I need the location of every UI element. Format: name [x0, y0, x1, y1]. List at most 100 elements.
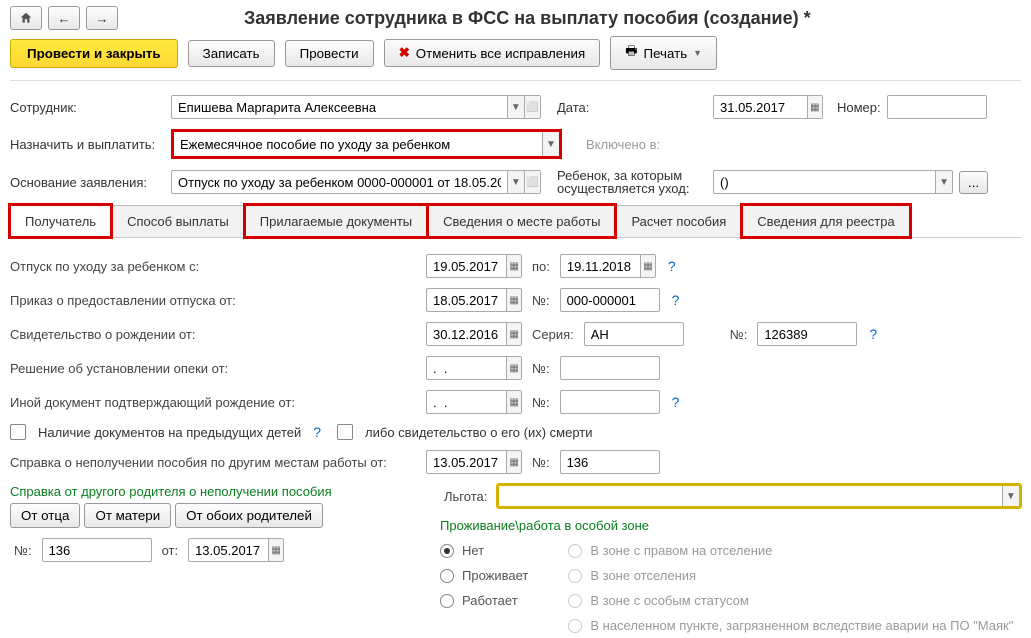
- guardianship-no-input[interactable]: [561, 357, 659, 379]
- tab-workplace[interactable]: Сведения о месте работы: [428, 205, 615, 237]
- prev-children-checkbox[interactable]: [10, 424, 26, 440]
- zone-status-radio: В зоне с особым статусом: [568, 593, 1013, 608]
- help-icon[interactable]: ?: [869, 326, 877, 342]
- tab-recipient[interactable]: Получатель: [10, 205, 111, 237]
- order-no-label: №:: [532, 293, 550, 308]
- nonreceipt-label: Справка о неполучении пособия по другим …: [10, 455, 420, 470]
- leave-from-label: Отпуск по уходу за ребенком с:: [10, 259, 420, 274]
- ref-no-input[interactable]: [43, 539, 151, 561]
- guardianship-date-input[interactable]: [427, 357, 506, 379]
- zone-none-radio[interactable]: Нет: [440, 543, 528, 558]
- printer-icon: [625, 42, 637, 64]
- calendar-icon[interactable]: ▦: [506, 451, 521, 473]
- tab-payment[interactable]: Способ выплаты: [112, 205, 244, 237]
- dropdown-icon[interactable]: ▼: [507, 96, 523, 118]
- other-parent-label: Справка от другого родителя о неполучени…: [10, 484, 420, 499]
- date-input[interactable]: [714, 96, 807, 118]
- help-icon[interactable]: ?: [668, 258, 676, 274]
- mother-button[interactable]: От матери: [84, 503, 171, 528]
- guardianship-no-label: №:: [532, 361, 550, 376]
- birth-cert-label: Свидетельство о рождении от:: [10, 327, 420, 342]
- print-button[interactable]: Печать▼: [610, 36, 717, 70]
- order-no-input[interactable]: [561, 289, 659, 311]
- chevron-down-icon: ▼: [693, 48, 702, 58]
- save-button[interactable]: Записать: [188, 40, 275, 67]
- leave-to-label: по:: [532, 259, 550, 274]
- nonreceipt-no-input[interactable]: [561, 451, 659, 473]
- ref-no-label: №:: [14, 543, 32, 558]
- other-doc-date-input[interactable]: [427, 391, 506, 413]
- assign-label: Назначить и выплатить:: [10, 137, 165, 152]
- guardianship-label: Решение об установлении опеки от:: [10, 361, 420, 376]
- death-label: либо свидетельство о его (их) смерти: [365, 425, 592, 440]
- ref-from-label: от:: [162, 543, 179, 558]
- order-label: Приказ о предоставлении отпуска от:: [10, 293, 420, 308]
- date-label: Дата:: [557, 100, 607, 115]
- calendar-icon[interactable]: ▦: [268, 539, 283, 561]
- lgota-input[interactable]: [499, 486, 1001, 506]
- open-icon[interactable]: ⬜: [524, 171, 540, 193]
- tab-documents[interactable]: Прилагаемые документы: [245, 205, 427, 237]
- number-input[interactable]: [888, 96, 986, 118]
- calendar-icon[interactable]: ▦: [506, 391, 521, 413]
- included-label: Включено в:: [586, 137, 660, 152]
- calendar-icon[interactable]: ▦: [506, 255, 521, 277]
- birth-no-label: №:: [730, 327, 748, 342]
- birth-cert-date-input[interactable]: [427, 323, 506, 345]
- lgota-label: Льгота:: [444, 489, 487, 504]
- cancel-button[interactable]: ✖Отменить все исправления: [384, 39, 601, 67]
- child-label: Ребенок, за которым осуществляется уход:: [557, 169, 707, 195]
- number-label: Номер:: [837, 100, 881, 115]
- father-button[interactable]: От отца: [10, 503, 80, 528]
- help-icon[interactable]: ?: [672, 292, 680, 308]
- nonreceipt-date-input[interactable]: [427, 451, 506, 473]
- zone-label: Проживание\работа в особой зоне: [440, 518, 1021, 533]
- employee-input[interactable]: [172, 96, 507, 118]
- back-button[interactable]: ←: [48, 6, 80, 30]
- other-doc-label: Иной документ подтверждающий рождение от…: [10, 395, 420, 410]
- calendar-icon[interactable]: ▦: [506, 289, 521, 311]
- child-input[interactable]: [714, 171, 935, 193]
- zone-otsel-radio: В зоне отселения: [568, 568, 1013, 583]
- birth-no-input[interactable]: [758, 323, 856, 345]
- x-icon: ✖: [399, 45, 410, 61]
- basis-label: Основание заявления:: [10, 175, 165, 190]
- basis-input[interactable]: [172, 171, 507, 193]
- help-icon[interactable]: ?: [672, 394, 680, 410]
- calendar-icon[interactable]: ▦: [640, 255, 655, 277]
- dropdown-icon[interactable]: ▼: [935, 171, 952, 193]
- calendar-icon[interactable]: ▦: [506, 323, 521, 345]
- dropdown-icon[interactable]: ▼: [542, 132, 559, 156]
- tab-registry[interactable]: Сведения для реестра: [742, 205, 909, 237]
- zone-lives-radio[interactable]: Проживает: [440, 568, 528, 583]
- nonreceipt-no-label: №:: [532, 455, 550, 470]
- dropdown-icon[interactable]: ▼: [507, 171, 523, 193]
- help-icon[interactable]: ?: [313, 424, 321, 440]
- open-icon[interactable]: ⬜: [524, 96, 540, 118]
- leave-from-input[interactable]: [427, 255, 506, 277]
- series-label: Серия:: [532, 327, 574, 342]
- leave-to-input[interactable]: [561, 255, 640, 277]
- prev-children-label: Наличие документов на предыдущих детей: [38, 425, 301, 440]
- post-button[interactable]: Провести: [285, 40, 374, 67]
- zone-works-radio[interactable]: Работает: [440, 593, 528, 608]
- more-button[interactable]: ...: [959, 171, 988, 194]
- series-input[interactable]: [585, 323, 683, 345]
- ref-date-input[interactable]: [189, 539, 268, 561]
- other-doc-no-label: №:: [532, 395, 550, 410]
- assign-input[interactable]: [174, 132, 542, 156]
- zone-mayak-radio: В населенном пункте, загрязненном вследс…: [568, 618, 1013, 633]
- tab-calculation[interactable]: Расчет пособия: [616, 205, 741, 237]
- forward-button[interactable]: →: [86, 6, 118, 30]
- calendar-icon[interactable]: ▦: [807, 96, 822, 118]
- submit-close-button[interactable]: Провести и закрыть: [10, 39, 178, 68]
- employee-label: Сотрудник:: [10, 100, 165, 115]
- other-doc-no-input[interactable]: [561, 391, 659, 413]
- home-button[interactable]: [10, 6, 42, 30]
- dropdown-icon[interactable]: ▼: [1002, 486, 1019, 506]
- zone-leave-radio: В зоне с правом на отселение: [568, 543, 1013, 558]
- calendar-icon[interactable]: ▦: [506, 357, 521, 379]
- death-checkbox[interactable]: [337, 424, 353, 440]
- both-button[interactable]: От обоих родителей: [175, 503, 323, 528]
- order-date-input[interactable]: [427, 289, 506, 311]
